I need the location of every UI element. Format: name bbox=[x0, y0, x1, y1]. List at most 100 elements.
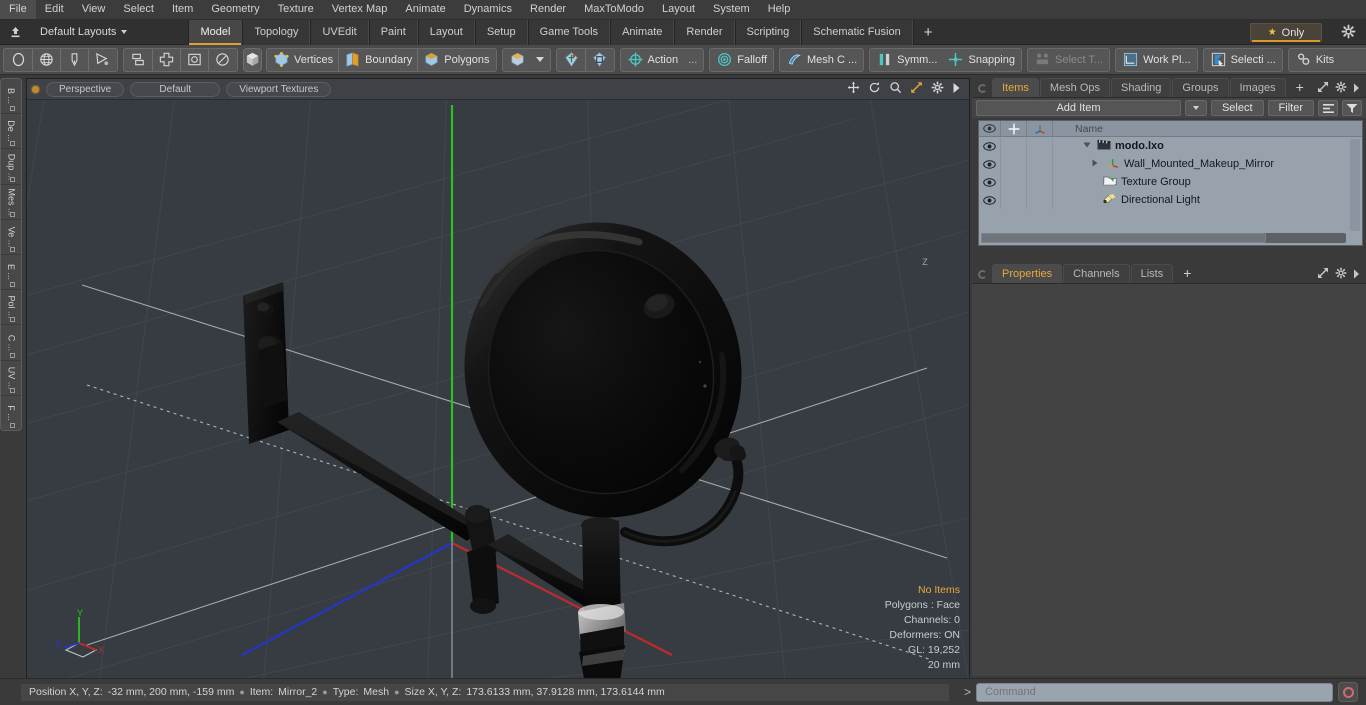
filter-button[interactable]: Filter bbox=[1267, 100, 1314, 116]
layout-tab-game-tools[interactable]: Game Tools bbox=[527, 19, 611, 45]
tab-lists[interactable]: Lists bbox=[1130, 264, 1174, 283]
gear-icon[interactable] bbox=[1335, 80, 1347, 98]
symmetry-button[interactable]: Symm... bbox=[871, 49, 942, 71]
tree-expand-arrow-icon[interactable] bbox=[1083, 140, 1091, 152]
tab-items[interactable]: Items bbox=[992, 78, 1039, 97]
menu-item-help[interactable]: Help bbox=[759, 0, 800, 19]
maximize-panel-icon[interactable] bbox=[1317, 80, 1329, 98]
tab-images[interactable]: Images bbox=[1229, 78, 1286, 97]
viewport-style-dropdown[interactable]: Default bbox=[130, 81, 221, 97]
chevron-down-icon[interactable] bbox=[535, 57, 544, 62]
tab-channels[interactable]: Channels bbox=[1063, 264, 1130, 283]
add-properties-tab-button[interactable]: + bbox=[1174, 264, 1200, 283]
action-center-button[interactable]: Action ... bbox=[622, 49, 703, 71]
menu-item-edit[interactable]: Edit bbox=[36, 0, 73, 19]
items-vertical-scrollbar[interactable] bbox=[1350, 139, 1360, 231]
menu-item-dynamics[interactable]: Dynamics bbox=[455, 0, 521, 19]
table-row[interactable]: Wall_Mounted_Makeup_Mirror bbox=[979, 155, 1362, 173]
menu-item-maxtomodo[interactable]: MaxToModo bbox=[575, 0, 653, 19]
vtab-mesh-edit[interactable]: Mes ... bbox=[1, 185, 21, 220]
tab-properties[interactable]: Properties bbox=[992, 264, 1063, 283]
table-row[interactable]: Directional Light bbox=[979, 191, 1362, 209]
add-item-button[interactable]: Add Item bbox=[976, 100, 1181, 116]
mode-cube-icon-button[interactable] bbox=[504, 49, 531, 71]
chevron-right-icon[interactable] bbox=[1353, 266, 1360, 284]
layout-tab-setup[interactable]: Setup bbox=[474, 19, 528, 45]
kits-button[interactable]: Kits bbox=[1290, 49, 1339, 71]
record-macro-button[interactable] bbox=[1338, 682, 1358, 702]
layout-tab-layout[interactable]: Layout bbox=[417, 19, 475, 45]
select-through-button[interactable]: Select T... bbox=[1029, 49, 1108, 71]
work-plane-button[interactable]: Work Pl... bbox=[1117, 49, 1195, 71]
sphere-outline-icon-button[interactable] bbox=[5, 48, 33, 71]
circle-sweep-icon-button[interactable] bbox=[209, 49, 236, 71]
viewport-projection-dropdown[interactable]: Perspective bbox=[46, 81, 125, 97]
vtab-polygon[interactable]: Pol ... bbox=[1, 290, 21, 326]
selection-mode-polygons[interactable]: Polygons bbox=[418, 49, 494, 71]
menu-item-item[interactable]: Item bbox=[163, 0, 202, 19]
viewport-shading-dropdown[interactable]: Viewport Textures bbox=[226, 81, 332, 97]
align-stack-icon-button[interactable] bbox=[125, 48, 153, 71]
menu-item-vertex-map[interactable]: Vertex Map bbox=[323, 0, 397, 19]
vtab-fur[interactable]: F ... bbox=[1, 396, 21, 430]
table-row[interactable]: Texture Group bbox=[979, 173, 1362, 191]
layout-tab-scripting[interactable]: Scripting bbox=[734, 19, 802, 45]
menu-item-view[interactable]: View bbox=[73, 0, 115, 19]
layout-tab-animate[interactable]: Animate bbox=[610, 19, 675, 45]
tree-collapse-arrow-icon[interactable] bbox=[1091, 158, 1099, 170]
rotate-orbit-icon[interactable] bbox=[868, 81, 881, 99]
select-button[interactable]: Select bbox=[1210, 100, 1264, 116]
3d-viewport[interactable]: Perspective Default Viewport Textures z … bbox=[26, 78, 970, 678]
menu-item-file[interactable]: File bbox=[0, 0, 36, 19]
layout-tab-render[interactable]: Render bbox=[674, 19, 735, 45]
command-input[interactable] bbox=[976, 682, 1333, 702]
layout-tab-topology[interactable]: Topology bbox=[242, 19, 311, 45]
row-name-cell[interactable]: Directional Light bbox=[1053, 193, 1362, 208]
vtab-curve[interactable]: C ... bbox=[1, 325, 21, 361]
bound-box-icon-button[interactable] bbox=[181, 48, 209, 71]
mesh-constraint-button[interactable]: Mesh C ... bbox=[781, 49, 862, 71]
menu-item-layout[interactable]: Layout bbox=[653, 0, 704, 19]
only-toggle-button[interactable]: ★ Only bbox=[1250, 23, 1322, 42]
tab-groups[interactable]: Groups bbox=[1172, 78, 1229, 97]
filter-funnel-icon[interactable] bbox=[1342, 100, 1362, 116]
panel-menu-dot-icon[interactable] bbox=[978, 84, 987, 93]
center-cross-icon-button[interactable] bbox=[153, 48, 181, 71]
home-up-arrow-icon[interactable] bbox=[4, 22, 26, 43]
row-name-cell[interactable]: Wall_Mounted_Makeup_Mirror bbox=[1053, 157, 1362, 172]
axis-orientation-gizmo[interactable]: Y X Z bbox=[49, 607, 113, 668]
row-visibility-toggle[interactable] bbox=[979, 173, 1001, 191]
viewport-canvas[interactable]: z No Items Polygons: Face Channels: 0 D… bbox=[27, 100, 969, 678]
row-name-cell[interactable]: modo.lxo bbox=[1053, 139, 1362, 153]
panel-menu-dot-icon[interactable] bbox=[978, 270, 987, 279]
snapping-button[interactable]: Snapping bbox=[942, 49, 1020, 71]
row-name-cell[interactable]: Texture Group bbox=[1053, 175, 1362, 189]
gear-icon[interactable] bbox=[931, 80, 944, 99]
menu-item-geometry[interactable]: Geometry bbox=[202, 0, 268, 19]
add-panel-tab-button[interactable]: + bbox=[1287, 78, 1313, 97]
vtab-duplicate[interactable]: Dup ... bbox=[1, 149, 21, 185]
layout-preset-dropdown[interactable]: Default Layouts bbox=[34, 22, 133, 43]
chevron-right-icon[interactable] bbox=[1353, 80, 1360, 98]
layout-tab-schematic-fusion[interactable]: Schematic Fusion bbox=[801, 19, 913, 45]
menu-item-render[interactable]: Render bbox=[521, 0, 575, 19]
menu-item-animate[interactable]: Animate bbox=[396, 0, 454, 19]
vtab-basic[interactable]: B ... bbox=[1, 79, 21, 115]
layout-tab-model[interactable]: Model bbox=[188, 19, 243, 45]
scrollbar-thumb[interactable] bbox=[981, 233, 1266, 243]
selection-sets-button[interactable]: Selecti ... bbox=[1205, 49, 1281, 71]
globe-icon-button[interactable] bbox=[33, 48, 61, 71]
vtab-vertex[interactable]: Ve ... bbox=[1, 220, 21, 256]
gear-icon[interactable] bbox=[1335, 266, 1347, 284]
row-visibility-toggle[interactable] bbox=[979, 137, 1001, 155]
vtab-uv[interactable]: UV ... bbox=[1, 361, 21, 396]
items-horizontal-scrollbar[interactable] bbox=[981, 233, 1346, 243]
pan-move-icon[interactable] bbox=[847, 81, 860, 99]
falloff-button[interactable]: Falloff bbox=[711, 49, 772, 71]
chevron-right-icon[interactable] bbox=[952, 81, 961, 99]
vtab-edge[interactable]: E ... bbox=[1, 255, 21, 291]
layout-tab-uvedit[interactable]: UVEdit bbox=[310, 19, 369, 45]
selection-mode-boundary[interactable]: Boundary bbox=[339, 48, 419, 71]
maximize-panel-icon[interactable] bbox=[1317, 266, 1329, 284]
row-visibility-toggle[interactable] bbox=[979, 191, 1001, 209]
